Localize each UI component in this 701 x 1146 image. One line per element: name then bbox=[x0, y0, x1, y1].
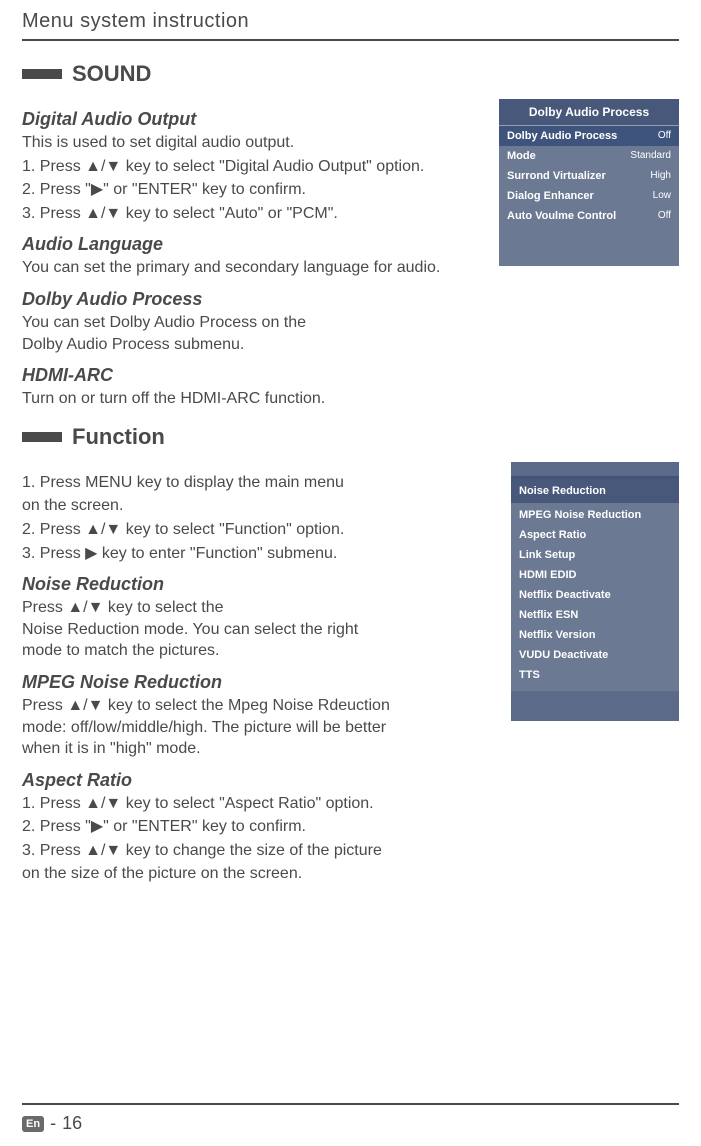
osd-dolby-panel: Dolby Audio Process Dolby Audio Process … bbox=[499, 99, 679, 266]
digital-audio-output-step2: 2. Press "▶" or "ENTER" key to confirm. bbox=[22, 179, 479, 201]
aspect-ratio-step3b: on the size of the picture on the screen… bbox=[22, 863, 491, 885]
osd-row-value: High bbox=[650, 170, 671, 182]
osd-row-value: Off bbox=[658, 210, 671, 222]
page-footer: En - 16 bbox=[22, 1095, 679, 1134]
hdmi-arc-title: HDMI-ARC bbox=[22, 365, 479, 386]
section-function-title: Function bbox=[72, 424, 165, 450]
osd-function-item: HDMI EDID bbox=[519, 565, 671, 585]
noise-reduction-body: Press ▲/▼ key to select the Noise Reduct… bbox=[22, 597, 491, 662]
osd-function-item: Netflix Deactivate bbox=[519, 585, 671, 605]
digital-audio-output-intro: This is used to set digital audio output… bbox=[22, 132, 479, 154]
osd-row-label: Mode bbox=[507, 150, 536, 162]
section-bar-icon bbox=[22, 432, 62, 442]
aspect-ratio-step2: 2. Press "▶" or "ENTER" key to confirm. bbox=[22, 816, 491, 838]
osd-row-label: Dolby Audio Process bbox=[507, 130, 617, 142]
dolby-process-title: Dolby Audio Process bbox=[22, 289, 479, 310]
osd-row-value: Off bbox=[658, 130, 671, 142]
osd-function-panel: Noise Reduction MPEG Noise Reduction Asp… bbox=[511, 462, 679, 721]
osd-row-label: Auto Voulme Control bbox=[507, 210, 616, 222]
section-sound-head: SOUND bbox=[22, 61, 679, 87]
osd-function-item: VUDU Deactivate bbox=[519, 645, 671, 665]
mpeg-nr-body: Press ▲/▼ key to select the Mpeg Noise R… bbox=[22, 695, 491, 760]
audio-language-body: You can set the primary and secondary la… bbox=[22, 257, 479, 279]
page-sep: - bbox=[50, 1113, 56, 1134]
osd-function-item: Netflix Version bbox=[519, 625, 671, 645]
hdmi-arc-body: Turn on or turn off the HDMI-ARC functio… bbox=[22, 388, 479, 410]
digital-audio-output-step3: 3. Press ▲/▼ key to select "Auto" or "PC… bbox=[22, 203, 479, 225]
osd-dolby-row: Auto Voulme Control Off bbox=[499, 206, 679, 226]
header-divider bbox=[22, 39, 679, 41]
osd-function-item: Netflix ESN bbox=[519, 605, 671, 625]
osd-bot-band bbox=[511, 691, 679, 721]
aspect-ratio-title: Aspect Ratio bbox=[22, 770, 491, 791]
function-intro-step2: 2. Press ▲/▼ key to select "Function" op… bbox=[22, 519, 491, 541]
section-bar-icon bbox=[22, 69, 62, 79]
noise-reduction-title: Noise Reduction bbox=[22, 574, 491, 595]
page-title: Menu system instruction bbox=[22, 10, 679, 33]
osd-function-title: Noise Reduction bbox=[511, 479, 679, 503]
osd-row-value: Low bbox=[653, 190, 671, 202]
function-intro-step1: 1. Press MENU key to display the main me… bbox=[22, 472, 491, 494]
lang-badge: En bbox=[22, 1116, 44, 1132]
section-function-head: Function bbox=[22, 424, 679, 450]
osd-row-label: Dialog Enhancer bbox=[507, 190, 594, 202]
aspect-ratio-step3: 3. Press ▲/▼ key to change the size of t… bbox=[22, 840, 491, 862]
osd-dolby-row: Surrond Virtualizer High bbox=[499, 166, 679, 186]
aspect-ratio-step1: 1. Press ▲/▼ key to select "Aspect Ratio… bbox=[22, 793, 491, 815]
osd-function-item: TTS bbox=[519, 665, 671, 685]
footer-divider bbox=[22, 1103, 679, 1105]
osd-function-item: Link Setup bbox=[519, 545, 671, 565]
osd-dolby-row: Mode Standard bbox=[499, 146, 679, 166]
mpeg-nr-title: MPEG Noise Reduction bbox=[22, 672, 491, 693]
osd-dolby-row: Dialog Enhancer Low bbox=[499, 186, 679, 206]
page-number: 16 bbox=[62, 1113, 82, 1134]
digital-audio-output-step1: 1. Press ▲/▼ key to select "Digital Audi… bbox=[22, 156, 479, 178]
section-sound-title: SOUND bbox=[72, 61, 151, 87]
osd-row-value: Standard bbox=[630, 150, 671, 162]
function-intro-step3: 3. Press ▶ key to enter "Function" subme… bbox=[22, 543, 491, 565]
osd-row-label: Surrond Virtualizer bbox=[507, 170, 606, 182]
audio-language-title: Audio Language bbox=[22, 234, 479, 255]
digital-audio-output-title: Digital Audio Output bbox=[22, 109, 479, 130]
osd-function-item: MPEG Noise Reduction bbox=[519, 505, 671, 525]
osd-top-band bbox=[511, 462, 679, 476]
osd-dolby-row: Dolby Audio Process Off bbox=[499, 126, 679, 146]
osd-dolby-title: Dolby Audio Process bbox=[499, 99, 679, 125]
osd-function-item: Aspect Ratio bbox=[519, 525, 671, 545]
dolby-process-body: You can set Dolby Audio Process on the D… bbox=[22, 312, 479, 355]
function-intro-step1b: on the screen. bbox=[22, 495, 491, 517]
